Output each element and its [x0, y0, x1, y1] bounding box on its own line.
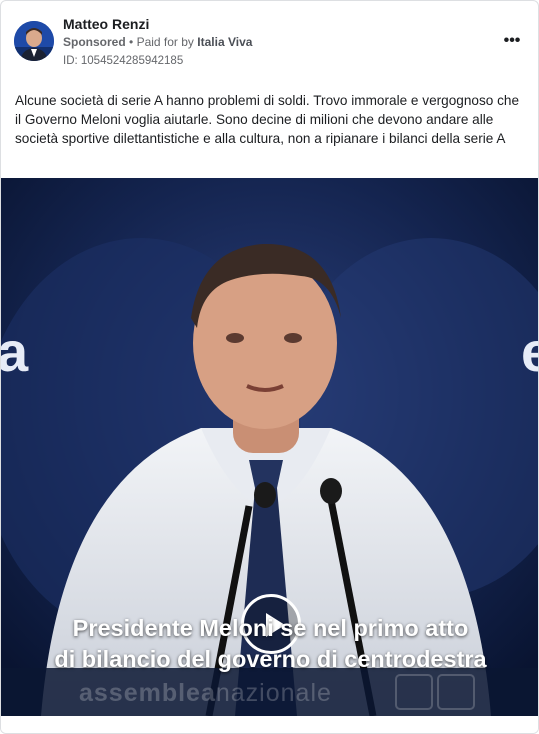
ad-id: ID: 1054524285942185	[63, 55, 184, 67]
avatar-image	[14, 21, 54, 61]
card-footer	[1, 716, 538, 733]
advertiser-avatar[interactable]	[14, 21, 54, 61]
stage-text-bold: assemblea	[79, 679, 216, 707]
caption-line-1: Presidente Meloni se nel primo atto	[72, 615, 469, 641]
paid-for-advertiser[interactable]: Italia Viva	[197, 35, 252, 49]
caption-line-2: di bilancio del governo di centrodestra	[54, 646, 487, 672]
video-caption: Presidente Meloni se nel primo atto di b…	[1, 613, 538, 675]
svg-text:a: a	[1, 320, 29, 383]
separator-dot: •	[129, 35, 137, 49]
stage-text-light: nazionale	[215, 679, 332, 707]
paid-for-label: Paid for by	[136, 35, 194, 49]
sponsored-line: Sponsored • Paid for by Italia Viva	[63, 35, 252, 49]
sponsored-label: Sponsored	[63, 35, 126, 49]
post-body-text: Alcune società di serie A hanno problemi…	[15, 93, 520, 147]
stage-backdrop-text: assembleanazionale	[79, 679, 332, 708]
ad-card: Matteo Renzi Sponsored • Paid for by Ita…	[0, 0, 539, 734]
advertiser-name[interactable]: Matteo Renzi	[63, 16, 149, 32]
more-options-icon[interactable]: •••	[500, 31, 524, 51]
svg-text:e: e	[521, 320, 539, 383]
post-header: Matteo Renzi Sponsored • Paid for by Ita…	[1, 1, 538, 81]
